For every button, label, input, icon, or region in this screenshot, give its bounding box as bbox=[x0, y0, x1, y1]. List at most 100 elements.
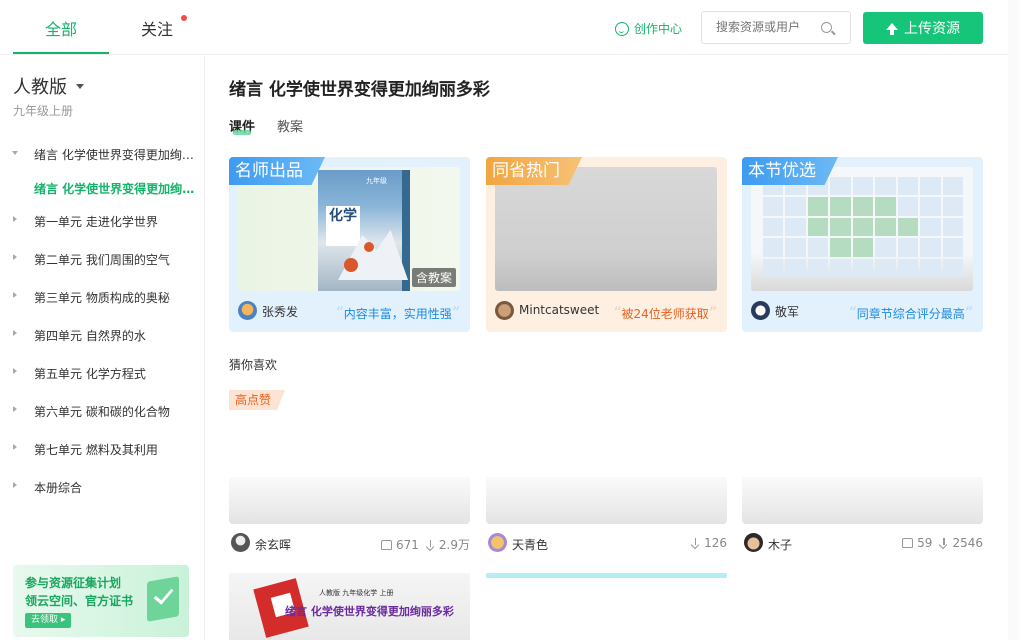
top-bar: 全部 关注 创作中心 上传资源 bbox=[0, 0, 1008, 55]
sidebar-item-label: 绪言 化学使世界变得更加绚丽多彩 bbox=[34, 148, 199, 162]
sidebar-item-label: 第六单元 碳和碳的化合物 bbox=[34, 405, 170, 419]
tab-active-underline bbox=[13, 52, 109, 54]
card-thumbnail[interactable] bbox=[751, 167, 973, 291]
card-footer: 余玄晖 671 2.9万 bbox=[229, 533, 470, 555]
sidebar-item-label: 第七单元 燃料及其利用 bbox=[34, 443, 158, 457]
card-stats: 126 bbox=[692, 536, 727, 550]
promo-line-2: 领云空间、官方证书 bbox=[25, 594, 134, 608]
promo-banner[interactable]: 参与资源征集计划 领云空间、官方证书 去领取 ▸ bbox=[13, 565, 189, 637]
author-name[interactable]: Mintcatsweet bbox=[519, 303, 599, 317]
card-footer: 张秀发 “内容丰富，实用性强” bbox=[238, 301, 460, 322]
card-badge: 本节优选 bbox=[742, 157, 838, 185]
sidebar-item-unit-1[interactable]: 第一单元 走进化学世界 bbox=[0, 211, 205, 231]
upload-arrow-icon bbox=[886, 22, 898, 35]
card-stats: 59 2546 bbox=[902, 536, 983, 550]
card-thumbnail[interactable] bbox=[229, 477, 470, 524]
download-icon[interactable] bbox=[940, 538, 948, 548]
featured-card[interactable]: 化学 九年级 含教案 名师出品 张秀发 “内容丰富，实用性强” bbox=[229, 157, 470, 332]
smile-icon bbox=[615, 21, 629, 36]
card-quote: “被24位老师获取” bbox=[613, 303, 717, 322]
caret-right-icon[interactable] bbox=[13, 406, 17, 412]
download-icon[interactable] bbox=[692, 538, 700, 548]
author-name[interactable]: 木子 bbox=[768, 536, 792, 553]
upload-button[interactable]: 上传资源 bbox=[863, 12, 983, 44]
sidebar-item-intro-active[interactable]: 绪言 化学使世界变得更加绚丽多彩 bbox=[0, 178, 205, 198]
scrollbar[interactable] bbox=[1008, 0, 1019, 640]
tab-lesson-plan[interactable]: 教案 bbox=[277, 116, 303, 135]
tab-all[interactable]: 全部 bbox=[45, 16, 77, 40]
caret-right-icon[interactable] bbox=[13, 254, 17, 260]
tab-active-mark bbox=[233, 130, 251, 135]
featured-card[interactable]: 同省热门 Mintcatsweet “被24位老师获取” bbox=[486, 157, 727, 332]
thumbnail-title: 绪言 化学使世界变得更加绚丽多彩 bbox=[285, 605, 454, 618]
card-quote: “内容丰富，实用性强” bbox=[335, 303, 460, 322]
card-stats: 671 2.9万 bbox=[381, 536, 470, 553]
featured-card[interactable]: 本节优选 敬军 “同章节综合评分最高” bbox=[742, 157, 983, 332]
textbook-cover: 化学 九年级 bbox=[318, 170, 410, 291]
cover-title: 化学 bbox=[326, 206, 360, 246]
author-name[interactable]: 张秀发 bbox=[262, 303, 298, 320]
grade-label: 九年级上册 bbox=[13, 104, 74, 118]
recommend-card-thumbnail[interactable] bbox=[486, 573, 727, 578]
like-count: 59 bbox=[917, 536, 933, 550]
sidebar-item-unit-5[interactable]: 第五单元 化学方程式 bbox=[0, 363, 205, 383]
download-count: 2.9万 bbox=[438, 538, 470, 552]
author-name[interactable]: 余玄晖 bbox=[255, 536, 291, 553]
thumbs-up-icon[interactable] bbox=[902, 538, 914, 548]
card-quote: “同章节综合评分最高” bbox=[848, 303, 973, 322]
search-icon[interactable] bbox=[821, 22, 832, 33]
edition-select[interactable]: 人教版 bbox=[13, 73, 67, 99]
recommend-card-thumbnail[interactable]: 人教版 九年级化学 上册 绪言 化学使世界变得更加绚丽多彩 bbox=[229, 573, 470, 640]
cover-series: 九年级 bbox=[366, 177, 387, 185]
notification-dot bbox=[181, 15, 187, 21]
avatar[interactable] bbox=[744, 533, 763, 552]
quote-text: 被24位老师获取 bbox=[621, 307, 709, 321]
caret-down-icon[interactable] bbox=[76, 84, 84, 89]
caret-down-icon[interactable] bbox=[12, 151, 18, 155]
search-input[interactable] bbox=[716, 20, 816, 34]
cover-sphere bbox=[344, 258, 358, 272]
avatar[interactable] bbox=[751, 301, 770, 320]
sidebar-item-label: 第五单元 化学方程式 bbox=[34, 367, 146, 381]
includes-lesson-plan-tag: 含教案 bbox=[411, 268, 456, 287]
certificate-icon bbox=[147, 576, 179, 622]
avatar[interactable] bbox=[238, 301, 257, 320]
card-thumbnail[interactable]: 化学 九年级 含教案 bbox=[238, 167, 460, 291]
caret-right-icon[interactable] bbox=[13, 292, 17, 298]
caret-right-icon[interactable] bbox=[13, 444, 17, 450]
author-name[interactable]: 天青色 bbox=[512, 536, 548, 553]
sidebar-item-unit-6[interactable]: 第六单元 碳和碳的化合物 bbox=[0, 401, 205, 421]
caret-right-icon[interactable] bbox=[13, 216, 17, 222]
card-thumbnail[interactable] bbox=[495, 167, 717, 291]
thumbs-up-icon[interactable] bbox=[381, 539, 392, 550]
thumbnail-edition-line: 人教版 九年级化学 上册 bbox=[319, 589, 394, 597]
download-icon[interactable] bbox=[427, 539, 435, 550]
promo-claim-button[interactable]: 去领取 ▸ bbox=[25, 613, 72, 628]
avatar[interactable] bbox=[495, 301, 514, 320]
search-box[interactable] bbox=[701, 11, 851, 44]
sidebar-item-label: 本册综合 bbox=[34, 481, 83, 495]
creator-center-link[interactable]: 创作中心 bbox=[615, 20, 682, 37]
caret-right-icon[interactable] bbox=[13, 482, 17, 488]
sidebar-item-unit-3[interactable]: 第三单元 物质构成的奥秘 bbox=[0, 287, 205, 307]
caret-right-icon[interactable] bbox=[13, 330, 17, 336]
card-badge: 同省热门 bbox=[486, 157, 582, 185]
sidebar-item-comprehensive[interactable]: 本册综合 bbox=[0, 477, 205, 497]
caret-right-icon[interactable] bbox=[13, 368, 17, 374]
card-thumbnail[interactable] bbox=[486, 477, 727, 524]
cover-sphere bbox=[364, 242, 374, 252]
sidebar: 人教版 九年级上册 绪言 化学使世界变得更加绚丽多彩 绪言 化学使世界变得更加绚… bbox=[0, 56, 205, 640]
sidebar-item-intro[interactable]: 绪言 化学使世界变得更加绚丽多彩 bbox=[0, 144, 205, 164]
card-footer: Mintcatsweet “被24位老师获取” bbox=[495, 301, 717, 322]
sidebar-item-unit-2[interactable]: 第二单元 我们周围的空气 bbox=[0, 249, 205, 269]
filter-tag[interactable]: 高点赞 bbox=[229, 390, 286, 410]
sidebar-item-unit-7[interactable]: 第七单元 燃料及其利用 bbox=[0, 439, 205, 459]
download-count: 2546 bbox=[952, 536, 983, 550]
avatar[interactable] bbox=[488, 533, 507, 552]
avatar[interactable] bbox=[231, 533, 250, 552]
sidebar-item-unit-4[interactable]: 第四单元 自然界的水 bbox=[0, 325, 205, 345]
like-count: 671 bbox=[396, 537, 419, 552]
tab-follow[interactable]: 关注 bbox=[141, 16, 173, 40]
card-thumbnail[interactable] bbox=[742, 477, 983, 524]
author-name[interactable]: 敬军 bbox=[775, 303, 799, 320]
